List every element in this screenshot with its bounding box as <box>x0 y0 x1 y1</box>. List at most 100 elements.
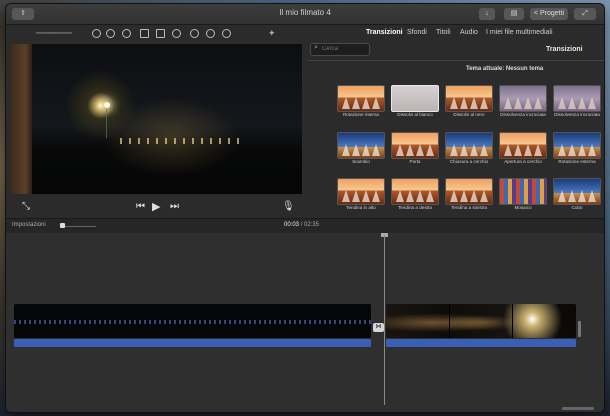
timeline-settings-button[interactable]: Impostazioni <box>12 222 46 228</box>
timeline-area[interactable]: ⋈ <box>6 233 604 412</box>
search-input[interactable] <box>322 44 366 54</box>
fullscreen-icon: ⤢ <box>582 10 588 17</box>
transition-label: Dissolvenza incrociata <box>554 112 600 117</box>
play-icon[interactable]: ▶ <box>152 201 160 213</box>
thumbnail-tree-shape <box>514 144 522 156</box>
audio-track-2[interactable] <box>386 339 576 347</box>
playhead[interactable] <box>384 235 385 405</box>
transition-tile[interactable]: Tendina a destra <box>391 178 439 214</box>
transition-thumbnail <box>391 178 439 205</box>
transition-marker-icon[interactable]: ⋈ <box>373 323 384 332</box>
thumbnail-tree-shape <box>558 97 566 109</box>
video-clip-1[interactable] <box>14 304 371 338</box>
thumbnail-tree-shape <box>578 97 586 109</box>
viewer-controls: ⤡ ⏮ ▶ ⏭ 🎙 <box>6 196 306 218</box>
transition-tile[interactable]: Rotazione esterna <box>553 132 601 168</box>
audio-track-1[interactable] <box>14 339 371 347</box>
adjust-button[interactable]: ▤ <box>504 8 524 20</box>
thumbnail-tree-shape <box>460 144 468 156</box>
thumbnail-tree-shape <box>578 144 586 156</box>
transition-thumbnail <box>391 132 439 159</box>
video-clip-2[interactable] <box>386 304 576 338</box>
transition-tile[interactable]: Tendina a sinistra <box>445 178 493 214</box>
thumbnail-tree-shape <box>588 97 596 109</box>
transition-tile[interactable]: Porta <box>391 132 439 168</box>
transition-tile[interactable]: Dissolvenza incrociata <box>553 85 601 121</box>
transition-tile[interactable]: Cubo <box>553 178 601 214</box>
transition-thumbnail <box>445 132 493 159</box>
transition-tile[interactable]: Chiusura a cerchio <box>445 132 493 168</box>
transition-label: Apertura a cerchio <box>504 159 542 164</box>
download-icon: ↓ <box>485 10 489 17</box>
filter-icon[interactable] <box>222 29 231 38</box>
horizontal-scrollbar[interactable] <box>562 407 594 410</box>
transition-tile[interactable]: Dissolvi al bianco <box>391 85 439 121</box>
volume-icon[interactable] <box>172 29 181 38</box>
microphone-icon[interactable]: 🎙 <box>282 201 295 213</box>
thumbnail-tree-shape <box>568 190 576 202</box>
skip-back-icon[interactable]: ⏮ <box>136 201 145 213</box>
browser-tabs: I miei file multimediali Audio Titoli Sf… <box>308 25 604 41</box>
info-icon[interactable] <box>92 29 101 38</box>
speed-icon[interactable] <box>190 29 199 38</box>
transition-label: Rotazione esterna <box>558 159 596 164</box>
transition-tile[interactable]: Apertura a cerchio <box>499 132 547 168</box>
transition-label: Dissolvenza incrociata <box>500 112 546 117</box>
skip-forward-icon[interactable]: ⏭ <box>170 201 179 213</box>
thumbnail-tree-shape <box>396 190 404 202</box>
transition-label: Dissolvi al bianco <box>397 112 433 117</box>
transition-tile[interactable]: Dissolvenza incrociata <box>499 85 547 121</box>
color-correction-icon[interactable] <box>122 29 131 38</box>
tab-backgrounds[interactable]: Sfondi <box>407 29 427 36</box>
clip1-lights <box>14 320 371 324</box>
noise-reduction-icon[interactable] <box>206 29 215 38</box>
transition-thumbnail <box>553 178 601 205</box>
thumbnail-tree-shape <box>352 97 360 109</box>
thumbnail-tree-shape <box>362 97 370 109</box>
thumbnail-tree-shape <box>362 190 370 202</box>
transition-tile[interactable]: Scambio <box>337 132 385 168</box>
transition-thumbnail <box>445 85 493 112</box>
import-button[interactable]: ↓ <box>479 8 495 20</box>
thumbnail-tree-shape <box>524 97 532 109</box>
transition-thumbnail <box>553 85 601 112</box>
tab-my-media[interactable]: I miei file multimediali <box>486 29 553 36</box>
transition-label: Cubo <box>571 205 583 210</box>
transition-thumbnail <box>337 132 385 159</box>
clip2-frame-divider <box>449 304 450 338</box>
magic-wand-icon[interactable]: ✦ <box>268 28 276 39</box>
thumbnail-tree-shape <box>362 144 370 156</box>
transition-tile[interactable]: Tendina in alto <box>337 178 385 214</box>
panel-title: Transizioni <box>546 46 583 53</box>
thumbnail-tree-shape <box>426 144 434 156</box>
search-field[interactable]: ⌕ <box>310 43 370 56</box>
transition-label: Tendina in alto <box>346 205 376 210</box>
tab-titles[interactable]: Titoli <box>436 29 451 36</box>
tab-audio[interactable]: Audio <box>460 29 478 36</box>
thumbnail-tree-shape <box>426 190 434 202</box>
fullscreen-button[interactable]: ⤢ <box>574 8 596 20</box>
thumbnail-tree-shape <box>568 97 576 109</box>
thumbnail-tree-shape <box>524 144 532 156</box>
tab-transitions[interactable]: Transizioni <box>366 29 403 36</box>
zoom-slider-knob[interactable] <box>60 223 65 228</box>
zoom-slider-track[interactable] <box>60 226 96 227</box>
current-time: 00:03 <box>284 222 300 228</box>
fullscreen-viewer-icon[interactable]: ⤡ <box>22 201 30 213</box>
clip-resize-handle[interactable] <box>578 321 581 337</box>
transition-tile[interactable]: Dissolvi al nero <box>445 85 493 121</box>
transition-tile[interactable]: Mosaico <box>499 178 547 214</box>
stabilization-icon[interactable] <box>156 29 165 38</box>
crop-icon[interactable] <box>140 29 149 38</box>
preview-door-shape <box>10 44 32 194</box>
thumbnail-tree-shape <box>372 190 380 202</box>
timecode: 00:03 / 02:35 <box>284 222 319 228</box>
projects-button[interactable]: < Progetti <box>530 8 568 20</box>
thumbnail-tree-shape <box>416 190 424 202</box>
transition-thumbnail <box>499 132 547 159</box>
color-balance-icon[interactable] <box>106 29 115 38</box>
thumbnail-tree-shape <box>588 190 596 202</box>
thumbnail-tree-shape <box>558 190 566 202</box>
transition-tile[interactable]: Rotazione interna <box>337 85 385 121</box>
thumbnail-tree-shape <box>470 97 478 109</box>
